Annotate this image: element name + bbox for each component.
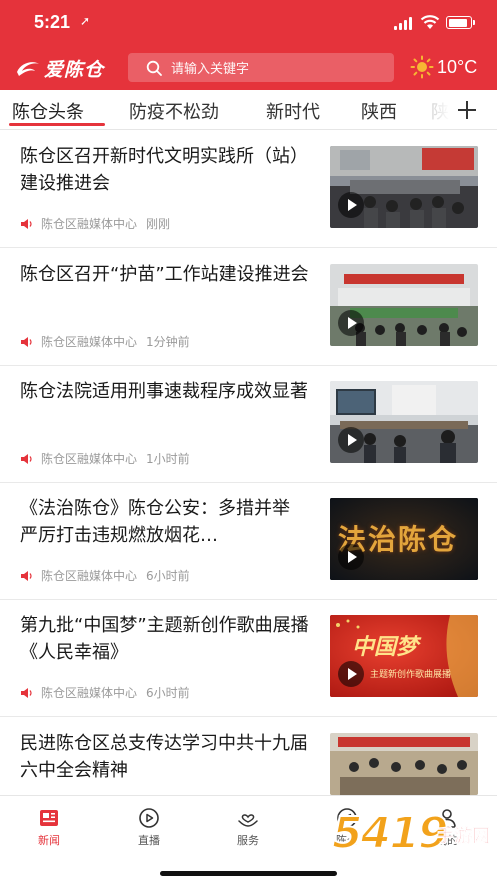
news-meta: 陈仓区融媒体中心 6小时前 <box>20 684 190 701</box>
news-meta: 陈仓区融媒体中心 1小时前 <box>20 450 190 467</box>
news-source: 陈仓区融媒体中心 <box>41 686 138 700</box>
news-thumbnail[interactable] <box>330 264 478 346</box>
wifi-icon <box>420 15 440 29</box>
status-bar: 5:21 ➚ <box>0 0 497 44</box>
nav-label: 直播 <box>138 834 160 847</box>
news-meta: 陈仓区融媒体中心 6小时前 <box>20 567 190 584</box>
speaker-icon <box>21 687 32 698</box>
thumb-caption: 中国梦 <box>352 634 419 660</box>
add-channel-icon[interactable] <box>456 99 478 121</box>
watermark-number: 5419 <box>331 807 449 860</box>
news-item[interactable]: 第九批“中国梦”主题新创作歌曲展播《人民幸福》 陈仓区融媒体中心 6小时前 中国… <box>0 600 497 717</box>
live-play-icon <box>139 808 159 828</box>
app-header: 5:21 ➚ 爱陈仓 请输入关键字 10°C <box>0 0 497 90</box>
active-tab-indicator <box>9 123 105 126</box>
play-icon[interactable] <box>338 310 364 336</box>
news-title: 陈仓区召开“护苗”工作站建设推进会 <box>20 264 309 285</box>
heart-hand-icon <box>238 814 258 827</box>
speaker-icon <box>21 570 32 581</box>
news-source: 陈仓区融媒体中心 <box>41 452 138 466</box>
nav-label: 服务 <box>237 834 259 847</box>
news-thumbnail[interactable] <box>330 146 478 228</box>
search-icon <box>146 60 162 76</box>
location-arrow-icon: ➚ <box>80 14 91 28</box>
study-meeting-image <box>330 733 478 795</box>
news-title: 《法治陈仓》陈仓公安：多措并举 严厉打击违规燃放烟花… <box>20 498 290 546</box>
status-time: 5:21 <box>34 12 71 32</box>
news-time: 1分钟前 <box>146 335 190 349</box>
nav-label: 新闻 <box>38 834 60 847</box>
battery-icon <box>446 16 475 29</box>
news-title: 陈仓区召开新时代文明实践所（站）建设推进会 <box>20 146 308 194</box>
news-meta: 陈仓区融媒体中心 刚刚 <box>20 215 170 232</box>
news-meta: 陈仓区融媒体中心 1分钟前 <box>20 333 190 350</box>
play-icon[interactable] <box>338 544 364 570</box>
news-item[interactable]: 民进陈仓区总支传达学习中共十九届六中全会精神 <box>0 718 497 795</box>
tab-epidemic[interactable]: 防疫不松劲 <box>129 98 219 124</box>
news-time: 1小时前 <box>146 452 190 466</box>
news-item[interactable]: 陈仓区召开新时代文明实践所（站）建设推进会 陈仓区融媒体中心 刚刚 <box>0 131 497 248</box>
sun-icon <box>410 55 434 79</box>
news-thumbnail[interactable] <box>330 733 478 795</box>
nav-news[interactable]: 新闻 <box>19 806 79 848</box>
search-placeholder: 请输入关键字 <box>171 62 250 77</box>
newspaper-icon <box>40 810 58 826</box>
site-watermark: 5419 手游网 <box>331 796 497 883</box>
tab-chencang-headlines[interactable]: 陈仓头条 <box>12 98 84 124</box>
news-title: 陈仓法院适用刑事速裁程序成效显著 <box>20 381 308 402</box>
search-box[interactable]: 请输入关键字 <box>128 53 394 82</box>
app-logo[interactable]: 爱陈仓 <box>14 54 104 82</box>
news-item[interactable]: 陈仓区召开“护苗”工作站建设推进会 陈仓区融媒体中心 1分钟前 <box>0 249 497 366</box>
news-title: 民进陈仓区总支传达学习中共十九届六中全会精神 <box>20 733 308 781</box>
tab-new-era[interactable]: 新时代 <box>266 98 320 124</box>
news-source: 陈仓区融媒体中心 <box>41 335 138 349</box>
tab-shaanxi[interactable]: 陕西 <box>361 98 397 124</box>
news-item[interactable]: 《法治陈仓》陈仓公安：多措并举 严厉打击违规燃放烟花… 陈仓区融媒体中心 6小时… <box>0 483 497 600</box>
news-time: 刚刚 <box>146 217 171 231</box>
news-time: 6小时前 <box>146 686 190 700</box>
play-icon[interactable] <box>338 427 364 453</box>
news-thumbnail[interactable] <box>330 381 478 463</box>
thumb-subcaption: 主题新创作歌曲展播 <box>370 670 452 680</box>
news-source: 陈仓区融媒体中心 <box>41 569 138 583</box>
speaker-icon <box>21 453 32 464</box>
news-thumbnail[interactable]: 法治陈仓 <box>330 498 478 580</box>
logo-text: 爱陈仓 <box>44 58 105 81</box>
news-item[interactable]: 陈仓法院适用刑事速裁程序成效显著 陈仓区融媒体中心 1小时前 <box>0 366 497 483</box>
news-title: 第九批“中国梦”主题新创作歌曲展播《人民幸福》 <box>20 615 309 663</box>
news-thumbnail[interactable]: 中国梦 主题新创作歌曲展播 <box>330 615 478 697</box>
temperature: 10°C <box>437 56 478 77</box>
news-time: 6小时前 <box>146 569 190 583</box>
play-icon[interactable] <box>338 192 364 218</box>
play-icon[interactable] <box>338 661 364 687</box>
nav-live[interactable]: 直播 <box>119 806 179 848</box>
speaker-icon <box>21 336 32 347</box>
news-source: 陈仓区融媒体中心 <box>41 217 138 231</box>
home-indicator <box>160 871 337 876</box>
speaker-icon <box>21 218 32 229</box>
logo-swirl-icon <box>17 62 39 76</box>
watermark-text: 手游网 <box>436 826 491 848</box>
weather-widget[interactable]: 10°C <box>410 55 477 79</box>
nav-service[interactable]: 服务 <box>218 806 278 848</box>
signal-icon <box>394 17 414 30</box>
